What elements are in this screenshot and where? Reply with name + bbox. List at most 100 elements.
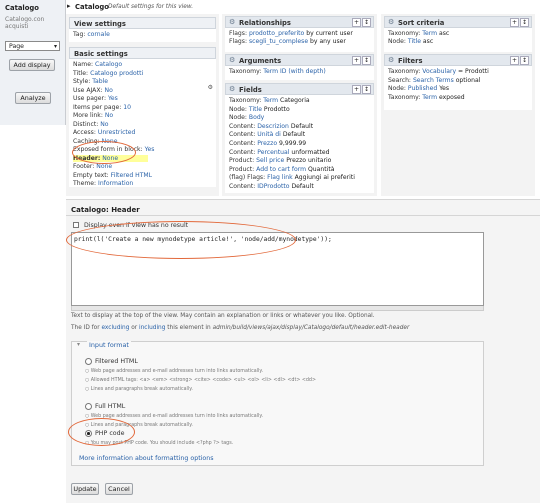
add-field-icon[interactable]: + [352, 85, 361, 94]
excluding-link[interactable]: excluding [101, 325, 129, 331]
rearrange-argument-icon[interactable]: ↕ [362, 56, 371, 65]
row-key: Empty text: [73, 171, 109, 179]
filtered-html-tip-3: ○ Lines and paragraphs break automatical… [85, 387, 193, 392]
row-value-link[interactable]: Title [249, 106, 262, 113]
rearrange-sort-icon[interactable]: ↕ [520, 18, 529, 27]
analyze-button[interactable]: Analyze [15, 92, 51, 104]
view-title: Catalogo [75, 3, 109, 11]
basic-body-row: Use AJAX: No [73, 87, 113, 94]
row-value-link[interactable]: Catalogo [95, 61, 122, 68]
style-settings-icon[interactable]: ⚙ [208, 84, 213, 91]
cancel-button[interactable]: Cancel [105, 483, 133, 495]
row-value-link[interactable]: Information [98, 180, 133, 187]
fields-section: ⚙ Fields + ↕ Taxonomy: Term Categoria Nod… [225, 83, 374, 193]
row-value-link[interactable]: Body [249, 114, 264, 121]
basic-body-row: Items per page: 10 [73, 104, 131, 111]
row-value-link[interactable]: Term [422, 30, 437, 37]
view-settings-header: View settings [69, 17, 216, 29]
row-value-link[interactable]: Catalogo prodotti [90, 70, 143, 77]
row-key: (flag) Flags: [229, 174, 266, 182]
view-description: Default settings for this view. [108, 3, 194, 10]
row-value-link[interactable]: Prezzo [257, 140, 277, 147]
row-value-link[interactable]: Term ID (with depth) [263, 68, 326, 75]
row-value-link[interactable]: Percentual [257, 149, 289, 156]
add-argument-icon[interactable]: + [352, 56, 361, 65]
id-help-suffix: this element in [167, 325, 211, 331]
row-key: Items per page: [73, 103, 122, 111]
add-sort-icon[interactable]: + [510, 18, 519, 27]
input-format-legend[interactable]: Input format [87, 341, 131, 349]
row-value-link[interactable]: Published [408, 85, 437, 92]
row-value-link[interactable]: scegli_tu_complese [249, 38, 308, 45]
rel-body-row: Flags: prodotto_preferito by current use… [229, 30, 353, 37]
row-value-link[interactable]: No [100, 121, 108, 128]
row-key: Node: [229, 105, 247, 113]
row-value-link[interactable]: Table [92, 78, 108, 85]
add-relationship-icon[interactable]: + [352, 18, 361, 27]
filtered-html-label: Filtered HTML [95, 358, 138, 365]
basic-body-row: Name: Catalogo [73, 61, 122, 68]
row-key: Product: [229, 165, 255, 173]
rearrange-relationship-icon[interactable]: ↕ [362, 18, 371, 27]
row-key: Content: [229, 131, 256, 139]
rearrange-field-icon[interactable]: ↕ [362, 85, 371, 94]
textarea-resize-grip[interactable] [71, 306, 484, 311]
row-value-link[interactable]: Flag link [267, 174, 293, 181]
add-display-button[interactable]: Add display [9, 59, 55, 71]
sidebar-subtitle: Catalogo.con acquisti [5, 16, 44, 30]
row-value-link[interactable]: Sell price [256, 157, 284, 164]
header-code-textarea[interactable]: print(l('Create a new mynodetype article… [71, 232, 484, 306]
filters-section: ⚙ Filters + ↕ Taxonomy: Vocabulary = Pro… [384, 54, 532, 110]
filtered-html-radio[interactable] [85, 358, 92, 365]
row-value-link[interactable]: Add to cart form [256, 166, 306, 173]
basic-body-row: Title: Catalogo prodotti [73, 70, 143, 77]
row-value-link[interactable]: 10 [123, 104, 131, 111]
row-value-link[interactable]: None [96, 163, 112, 170]
full-html-radio[interactable] [85, 403, 92, 410]
row-value-link[interactable]: IDProdotto [257, 183, 289, 190]
row-value-link[interactable]: Unità di [257, 131, 281, 138]
row-value-link[interactable]: Title [408, 38, 421, 45]
filtered-html-tip-1-text: Web page addresses and e-mail addresses … [90, 369, 264, 374]
fields-heading: Fields [239, 86, 262, 94]
row-value-link[interactable]: None [102, 138, 118, 145]
display-empty-checkbox[interactable] [73, 222, 79, 228]
including-link[interactable]: including [139, 325, 165, 331]
update-button[interactable]: Update [71, 483, 99, 495]
fld-body-row: Node: Title Prodotto [229, 106, 290, 113]
row-value-link[interactable]: Filtered HTML [111, 172, 152, 179]
full-html-tip-1: ○ Web page addresses and e-mail addresse… [85, 414, 264, 419]
row-value-link[interactable]: No [105, 87, 113, 94]
view-settings-section: View settings Tag: cornale [69, 17, 216, 45]
row-value-link[interactable]: Yes [145, 146, 155, 153]
row-value-link[interactable]: Unrestricted [98, 129, 136, 136]
row-key: Taxonomy: [388, 68, 421, 75]
collapse-triangle-icon[interactable]: ▾ [77, 341, 80, 348]
row-value-link[interactable]: prodotto_preferito [249, 30, 304, 37]
rearrange-filter-icon[interactable]: ↕ [520, 56, 529, 65]
full-html-label: Full HTML [95, 403, 126, 410]
row-value-link[interactable]: None [102, 155, 118, 162]
collapse-arrow-icon[interactable]: ▸ [67, 2, 71, 10]
php-code-radio[interactable] [85, 430, 92, 437]
row-suffix: 9,999.99 [279, 140, 307, 147]
row-value-link[interactable]: Yes [108, 95, 118, 102]
row-key: Footer: [73, 163, 95, 170]
add-filter-icon[interactable]: + [510, 56, 519, 65]
display-select[interactable]: Page ▾ [5, 41, 60, 51]
row-suffix: asc [422, 38, 434, 45]
row-value-link[interactable]: Vocabulary [422, 68, 456, 75]
view-settings-body: Tag: cornale [69, 29, 216, 42]
row-value-link[interactable]: No [105, 112, 113, 119]
row-value-link[interactable]: Search Terms [413, 77, 454, 84]
row-key: Taxonomy: [229, 97, 262, 104]
row-value-link[interactable]: Term [263, 97, 278, 104]
tag-label: Tag: [73, 31, 86, 38]
formatting-options-link[interactable]: More information about formatting option… [79, 455, 214, 462]
row-value-link[interactable]: Term [422, 94, 437, 101]
basic-settings-heading: Basic settings [74, 50, 128, 58]
tag-link[interactable]: cornale [87, 31, 110, 38]
row-suffix: Prodotto [263, 105, 290, 113]
basic-body-row: Footer: None [73, 163, 112, 170]
row-value-link[interactable]: Descrizion [257, 123, 289, 130]
